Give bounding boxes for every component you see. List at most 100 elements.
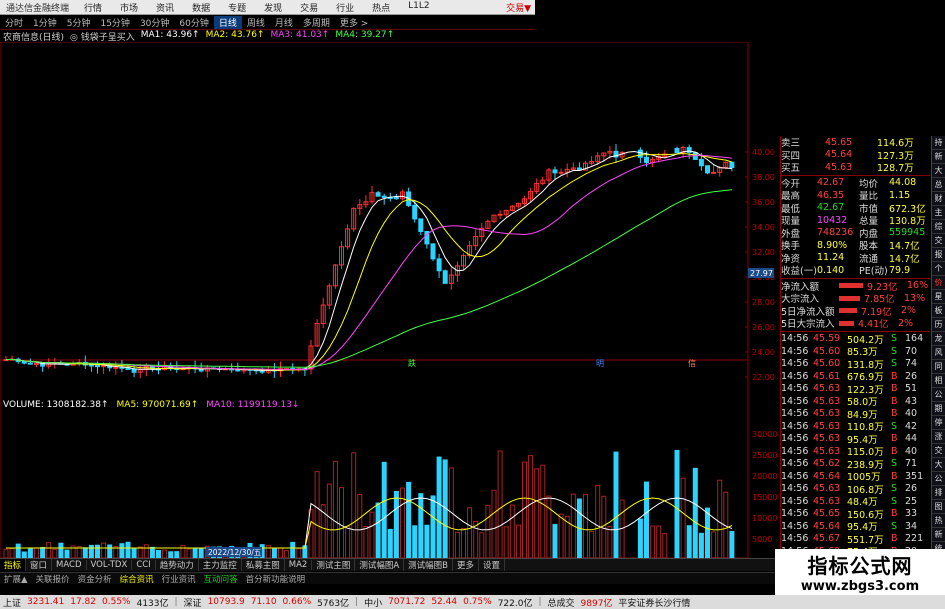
menu-item[interactable]: 专题 (219, 1, 255, 14)
function-tab[interactable]: 综合资讯 (116, 573, 158, 585)
sidebar-tab[interactable]: 持 (932, 136, 945, 150)
sidebar-tab[interactable]: 公 (932, 388, 945, 402)
sidebar-tab[interactable]: 个 (932, 262, 945, 276)
indicator-tab[interactable]: 私募主图 (242, 559, 285, 571)
quote-row: 14:56 45.64 1005万 B 351 (781, 470, 930, 484)
function-tab[interactable]: 行业资讯 (158, 573, 200, 585)
indicator-tab[interactable]: CCI (132, 560, 156, 570)
sidebar-tab[interactable]: 排 (932, 486, 945, 500)
sidebar-tab[interactable]: 相 (932, 374, 945, 388)
sidebar-tab[interactable]: 报 (932, 248, 945, 262)
function-tab[interactable]: 互动问答 (200, 573, 242, 585)
menu-item[interactable]: 市场 (111, 1, 147, 14)
trade-menu-button[interactable]: 交易▼ (506, 1, 535, 14)
period-tab[interactable]: 30分钟 (135, 16, 174, 29)
period-tab[interactable]: 月线 (270, 16, 298, 29)
menu-item[interactable]: 交易 (291, 1, 327, 14)
quote-row: 净资 11.24 流通 14.7亿 (781, 252, 930, 265)
sidebar-tab[interactable]: 大 (932, 164, 945, 178)
volume-bar (52, 548, 58, 559)
period-tab[interactable]: 周线 (242, 16, 270, 29)
tick-price: 45.63 (813, 408, 841, 420)
sidebar-tab[interactable]: 星 (932, 290, 945, 304)
indicator-tab[interactable]: 指标 (0, 559, 27, 571)
sidebar-tab[interactable]: 价 (932, 276, 945, 290)
index-name[interactable]: 上证 (0, 596, 24, 609)
sidebar-tab[interactable]: 停 (932, 416, 945, 430)
period-tab[interactable]: 日线 (213, 16, 242, 29)
volume-bar (357, 493, 363, 559)
flow-row: 大宗流入 7.85亿 13% (781, 292, 930, 306)
sidebar-tab[interactable]: 板 (932, 304, 945, 318)
candle-body (558, 171, 564, 174)
ma-legend-item: ◎ 钱袋子呈买入 (70, 33, 135, 43)
sidebar-tab[interactable]: 历 (932, 318, 945, 332)
volume-bar (381, 461, 387, 559)
indicator-tab[interactable]: 趋势动力 (156, 559, 199, 571)
indicator-tab[interactable]: 更多 (453, 559, 480, 571)
candle-body (698, 158, 704, 167)
function-tab[interactable]: 扩展▲ (0, 573, 32, 585)
menu-item[interactable]: 资讯 (147, 1, 183, 14)
menu-item[interactable]: 行情 (75, 1, 111, 14)
kline-chart[interactable]: 40.0038.0036.0034.0032.0030.0028.0026.00… (0, 42, 780, 574)
period-tab[interactable]: 15分钟 (95, 16, 134, 29)
volume-bar (418, 493, 424, 559)
indicator-tab[interactable]: 主力监控 (199, 559, 242, 571)
sidebar-tab[interactable]: 公 (932, 472, 945, 486)
volume-bar (436, 456, 442, 559)
index-name[interactable]: 深证 (181, 596, 205, 609)
sidebar-tab[interactable]: 新 (932, 150, 945, 164)
indicator-tab[interactable]: VOL-TDX (87, 560, 133, 570)
volume-bar (552, 524, 558, 559)
menu-item[interactable]: 热点 (363, 1, 399, 14)
sidebar-tab[interactable]: 交 (932, 234, 945, 248)
indicator-tab[interactable]: MA2 (285, 560, 313, 570)
sidebar-tab[interactable]: 大 (932, 458, 945, 472)
function-tab[interactable]: 资金分析 (74, 573, 116, 585)
sidebar-tab[interactable]: 图 (932, 500, 945, 514)
index-name[interactable]: 中小 (361, 596, 385, 609)
sidebar-tab[interactable]: 总 (932, 178, 945, 192)
sidebar-tab[interactable]: 新 (932, 528, 945, 542)
tick-time: 14:56 (781, 433, 809, 445)
sidebar-tab[interactable]: 期 (932, 402, 945, 416)
indicator-tab[interactable]: 测试幅图A (355, 559, 405, 571)
function-tab[interactable]: 首分新功能说明 (242, 573, 310, 585)
menu-item[interactable]: L1L2 (399, 1, 438, 14)
sidebar-tab[interactable]: 主 (932, 206, 945, 220)
period-tab[interactable]: 5分钟 (62, 16, 96, 29)
tick-time: 14:56 (781, 383, 809, 395)
flow-bar (839, 308, 857, 314)
volume-bar (479, 532, 485, 559)
app-title: 通达信金融终端 (6, 3, 70, 14)
period-tab[interactable]: 1分钟 (28, 16, 62, 29)
indicator-tab[interactable]: 窗口 (26, 559, 53, 571)
sidebar-tab[interactable]: 交 (932, 444, 945, 458)
sidebar-tab[interactable]: 综 (932, 220, 945, 234)
volume-legend-item: MA10: 1199119.13↓ (206, 400, 300, 410)
candle-body (393, 196, 399, 200)
period-tab[interactable]: 更多 > (335, 16, 373, 29)
menu-item[interactable]: 数据 (183, 1, 219, 14)
indicator-tab[interactable]: MACD (52, 560, 87, 570)
candle-body (729, 161, 735, 169)
function-tab[interactable]: 关联报价 (32, 573, 74, 585)
period-tab[interactable]: 多周期 (298, 16, 335, 29)
period-tab[interactable]: 分时 (0, 16, 28, 29)
sidebar-tab[interactable]: 涨 (932, 430, 945, 444)
menu-item[interactable]: 行业 (327, 1, 363, 14)
flow-row: 5日大宗流入 4.41亿 2% (781, 317, 930, 331)
indicator-tab[interactable]: 设置 (479, 559, 506, 571)
indicator-tab[interactable]: 测试幅图B (404, 559, 453, 571)
period-tab[interactable]: 60分钟 (174, 16, 213, 29)
menu-item[interactable]: 发现 (255, 1, 291, 14)
sidebar-tab[interactable]: 龙 (932, 332, 945, 346)
flow-percent: 2% (898, 317, 914, 329)
indicator-tab[interactable]: 测试主图 (312, 559, 356, 571)
sidebar-tab[interactable]: 热 (932, 514, 945, 528)
sidebar-tab[interactable]: 风 (932, 346, 945, 360)
volume-bar (650, 525, 656, 559)
sidebar-tab[interactable]: 财 (932, 192, 945, 206)
sidebar-tab[interactable]: 同 (932, 360, 945, 374)
